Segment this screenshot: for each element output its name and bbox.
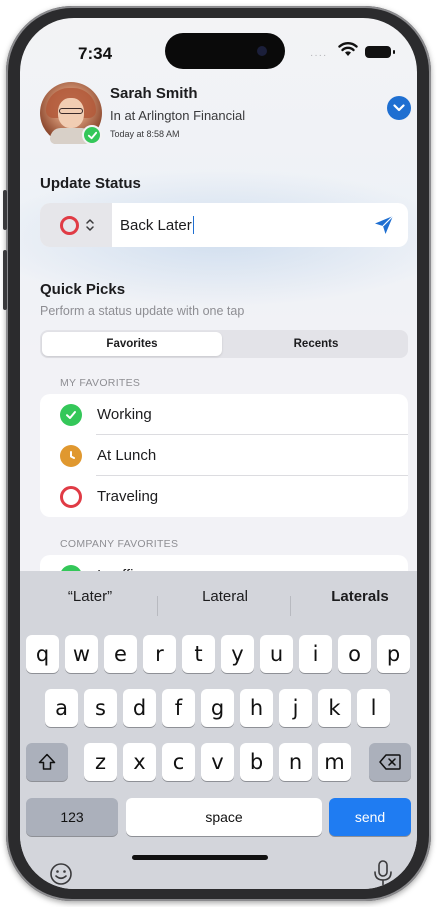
- key-i[interactable]: i: [299, 635, 332, 673]
- checkmark-icon: [60, 403, 82, 426]
- avatar-glasses: [59, 108, 83, 114]
- dynamic-island: [165, 33, 285, 69]
- key-r[interactable]: r: [143, 635, 176, 673]
- status-time: 7:34: [78, 44, 113, 63]
- available-badge-icon: [82, 125, 102, 145]
- app-screen: 7:34 ···· Sarah Smith In at Arlington Fi…: [20, 18, 417, 889]
- company-favorites-header: COMPANY FAVORITES: [60, 538, 179, 550]
- status-bar: 7:34 ····: [20, 18, 417, 72]
- status-text-input[interactable]: Back Later: [120, 216, 195, 234]
- my-favorites-list: Working At Lunch Traveling: [40, 394, 408, 517]
- list-item-label: Traveling: [97, 488, 159, 505]
- key-s[interactable]: s: [84, 689, 117, 727]
- update-status-title: Update Status: [40, 175, 141, 192]
- emoji-icon[interactable]: [48, 861, 74, 887]
- favorite-item-at-lunch[interactable]: At Lunch: [40, 435, 408, 476]
- my-favorites-header: MY FAVORITES: [60, 377, 141, 389]
- suggestion-item[interactable]: “Later”: [40, 588, 140, 605]
- side-button: [3, 250, 7, 310]
- quick-picks-subtitle: Perform a status update with one tap: [40, 304, 245, 318]
- suggestion-item[interactable]: Laterals: [305, 588, 415, 605]
- favorite-item-traveling[interactable]: Traveling: [40, 476, 408, 517]
- side-button: [3, 190, 7, 230]
- key-k[interactable]: k: [318, 689, 351, 727]
- key-y[interactable]: y: [221, 635, 254, 673]
- key-h[interactable]: h: [240, 689, 273, 727]
- status-input-field[interactable]: Back Later: [40, 203, 408, 247]
- expand-button[interactable]: [387, 96, 411, 120]
- quick-picks-title: Quick Picks: [40, 281, 126, 298]
- user-status-timestamp: Today at 8:58 AM: [110, 129, 180, 139]
- list-item-label: At Lunch: [97, 447, 157, 464]
- key-b[interactable]: b: [240, 743, 273, 781]
- key-a[interactable]: a: [45, 689, 78, 727]
- camera-icon: [257, 46, 267, 56]
- key-o[interactable]: o: [338, 635, 371, 673]
- quick-picks-segmented-control: Favorites Recents: [40, 330, 408, 358]
- clock-icon: [60, 444, 82, 467]
- key-w[interactable]: w: [65, 635, 98, 673]
- key-g[interactable]: g: [201, 689, 234, 727]
- suggestion-bar: “Later” Lateral Laterals: [20, 584, 417, 616]
- chevron-down-icon: [393, 104, 405, 112]
- key-p[interactable]: p: [377, 635, 410, 673]
- shift-key[interactable]: [26, 743, 68, 781]
- checkmark-icon: [87, 131, 97, 139]
- key-l[interactable]: l: [357, 689, 390, 727]
- key-v[interactable]: v: [201, 743, 234, 781]
- key-t[interactable]: t: [182, 635, 215, 673]
- status-text-value: Back Later: [120, 217, 192, 234]
- chevron-up-down-icon: [86, 219, 94, 231]
- tab-favorites[interactable]: Favorites: [42, 332, 222, 356]
- busy-ring-icon: [60, 215, 79, 235]
- send-icon[interactable]: [372, 213, 396, 237]
- divider: [157, 596, 158, 616]
- microphone-icon[interactable]: [372, 858, 394, 888]
- key-n[interactable]: n: [279, 743, 312, 781]
- battery-icon: [365, 46, 395, 58]
- delete-key[interactable]: [369, 743, 411, 781]
- text-caret: [192, 216, 195, 234]
- backspace-icon: [379, 754, 401, 770]
- keyboard: “Later” Lateral Laterals q w e r t y u i…: [20, 571, 417, 889]
- key-e[interactable]: e: [104, 635, 137, 673]
- key-u[interactable]: u: [260, 635, 293, 673]
- key-x[interactable]: x: [123, 743, 156, 781]
- favorite-item-working[interactable]: Working: [40, 394, 408, 435]
- list-item-label: Working: [97, 406, 152, 423]
- shift-icon: [38, 753, 56, 770]
- tab-recents[interactable]: Recents: [226, 332, 406, 356]
- key-c[interactable]: c: [162, 743, 195, 781]
- send-key[interactable]: send: [329, 798, 411, 836]
- space-key[interactable]: space: [126, 798, 322, 836]
- key-j[interactable]: j: [279, 689, 312, 727]
- key-z[interactable]: z: [84, 743, 117, 781]
- home-indicator[interactable]: [132, 855, 268, 860]
- divider: [290, 596, 291, 616]
- user-current-status: In at Arlington Financial: [110, 108, 246, 123]
- wifi-icon: [338, 42, 358, 56]
- suggestion-item[interactable]: Lateral: [170, 588, 280, 605]
- user-name: Sarah Smith: [110, 85, 198, 102]
- key-f[interactable]: f: [162, 689, 195, 727]
- ring-icon: [60, 485, 82, 508]
- key-d[interactable]: d: [123, 689, 156, 727]
- numbers-key[interactable]: 123: [26, 798, 118, 836]
- signal-icon: ····: [310, 50, 328, 61]
- key-q[interactable]: q: [26, 635, 59, 673]
- key-m[interactable]: m: [318, 743, 351, 781]
- status-type-picker[interactable]: [40, 203, 112, 247]
